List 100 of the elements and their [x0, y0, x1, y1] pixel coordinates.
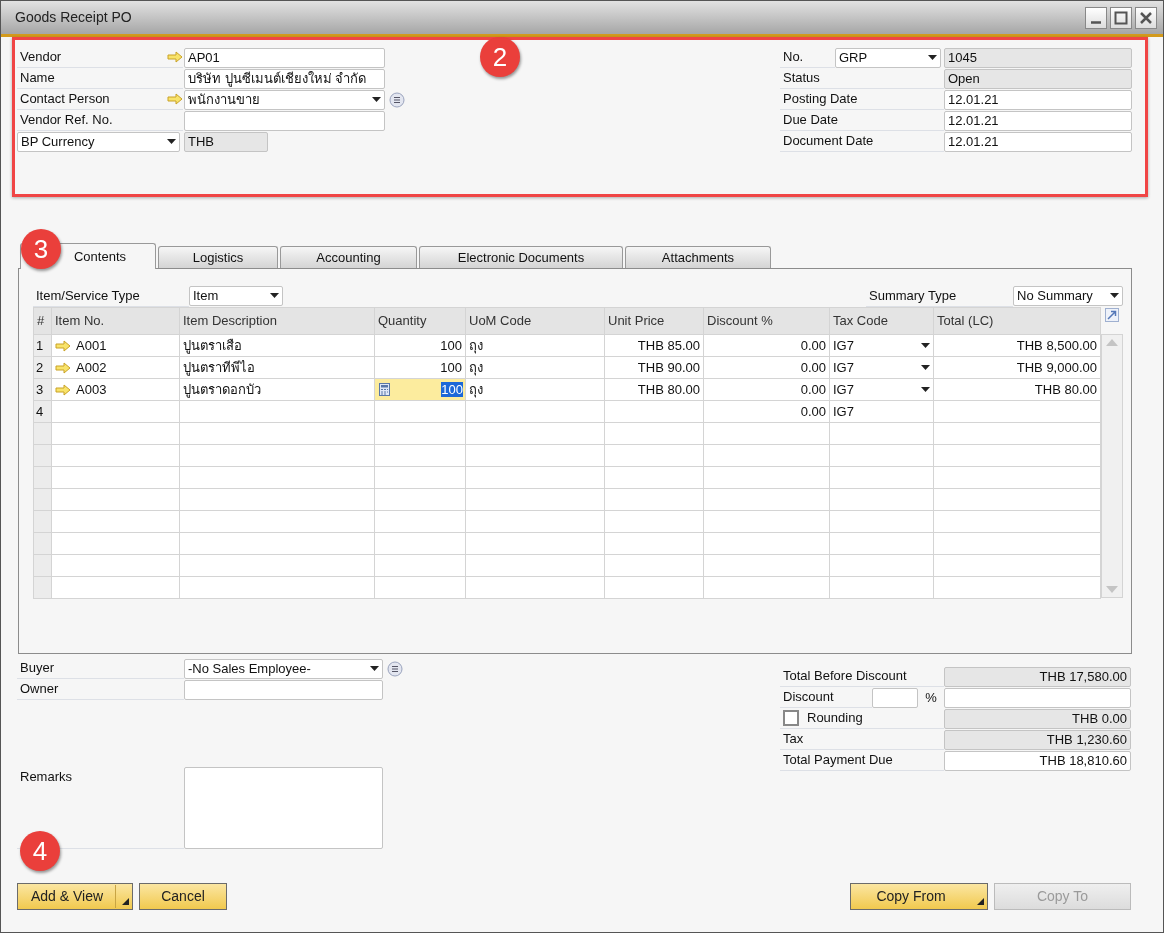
split-button[interactable]: Copy From [850, 883, 988, 910]
tab[interactable]: Electronic Documents [419, 246, 623, 268]
text-area[interactable] [184, 767, 383, 849]
field-label: Document Date [783, 132, 874, 151]
input-field[interactable] [184, 110, 385, 131]
table-cell: ถุง [465, 334, 605, 357]
tab[interactable]: Accounting [280, 246, 417, 268]
dropdown[interactable]: GRP [835, 47, 941, 68]
expand-icon[interactable] [1105, 308, 1119, 322]
table-cell: THB 80.00 [604, 378, 704, 401]
dropdown[interactable]: พนักงานขาย [184, 89, 385, 110]
minimize-button[interactable] [1085, 6, 1107, 29]
table-cell: 100 [374, 334, 466, 357]
column-header[interactable]: Unit Price [604, 307, 704, 335]
field-label: Total Payment Due [783, 751, 893, 770]
input-field[interactable]: 12.01.21 [944, 89, 1132, 110]
column-header[interactable]: # [33, 307, 52, 335]
column-header[interactable]: Tax Code [829, 307, 934, 335]
caret-icon [1110, 293, 1119, 298]
table-cell: ปูนตราทีพีไอ [179, 356, 375, 379]
column-header[interactable]: Discount % [703, 307, 830, 335]
caret-icon [370, 666, 379, 671]
table-cell: THB 9,000.00 [933, 356, 1101, 379]
dropdown[interactable]: No Summary [1013, 285, 1123, 306]
row-number: 3 [33, 378, 52, 401]
close-icon [1139, 10, 1153, 25]
list-icon[interactable] [389, 91, 405, 108]
column-header[interactable]: Item Description [179, 307, 375, 335]
tab[interactable]: Logistics [158, 246, 278, 268]
item-number: A001 [76, 336, 107, 355]
table-cell: ปูนตราเสือ [179, 334, 375, 357]
field-label: Tax [783, 730, 804, 749]
dropdown[interactable]: -No Sales Employee- [184, 658, 383, 679]
input-field[interactable] [184, 679, 383, 700]
table-cell: THB 90.00 [604, 356, 704, 379]
list-icon[interactable] [387, 660, 403, 677]
field-label: No. [783, 48, 804, 67]
table-cell: IG7 [829, 400, 934, 423]
table-cell: 0.00 [703, 356, 830, 379]
dropdown[interactable]: BP Currency [17, 131, 180, 152]
minimize-icon [1091, 21, 1101, 24]
input-field[interactable]: 12.01.21 [944, 110, 1132, 131]
calculator-icon[interactable] [379, 383, 390, 396]
field-label: Due Date [783, 111, 838, 130]
field-label: Discount [783, 688, 834, 707]
input-field[interactable]: 12.01.21 [944, 131, 1132, 152]
table-cell: 0.00 [703, 378, 830, 401]
field-label: Summary Type [869, 286, 957, 305]
button: Copy To [994, 883, 1131, 910]
scroll-up-icon[interactable] [1106, 339, 1118, 346]
scrollbar[interactable] [1101, 334, 1123, 598]
tab[interactable]: Attachments [625, 246, 771, 268]
arrow-icon[interactable] [55, 383, 71, 396]
arrow-icon[interactable] [55, 339, 71, 352]
column-header[interactable]: Total (LC) [933, 307, 1101, 335]
corner-arrow-icon[interactable] [977, 898, 984, 905]
input-field[interactable]: THB 18,810.60 [944, 750, 1131, 771]
caret-icon [921, 343, 930, 348]
caret-icon [167, 139, 176, 144]
item-number: A003 [76, 380, 107, 399]
button[interactable]: Cancel [139, 883, 227, 910]
arrow-icon[interactable] [167, 51, 183, 63]
table-cell: THB 80.00 [933, 378, 1101, 401]
checkbox[interactable] [783, 710, 799, 726]
scroll-down-icon[interactable] [1106, 586, 1118, 593]
table-cell: 100 [374, 356, 466, 379]
maximize-button[interactable] [1110, 6, 1132, 29]
split-button[interactable]: Add & View [17, 883, 133, 910]
corner-arrow-icon[interactable] [122, 898, 129, 905]
caret-icon [921, 365, 930, 370]
read-only-field: 1045 [944, 47, 1132, 68]
column-header[interactable]: UoM Code [465, 307, 605, 335]
quantity-input[interactable]: 100 [375, 379, 465, 400]
field-label: Vendor Ref. No. [20, 111, 113, 130]
input-field[interactable]: AP01 [184, 47, 385, 68]
arrow-icon[interactable] [167, 93, 183, 105]
table-cell: THB 85.00 [604, 334, 704, 357]
close-button[interactable] [1135, 6, 1157, 29]
dropdown[interactable]: Item [189, 285, 283, 306]
field-label: Total Before Discount [783, 667, 907, 686]
input-field[interactable] [944, 687, 1131, 708]
row-number: 1 [33, 334, 52, 357]
field-label: Contact Person [20, 90, 110, 109]
arrow-icon[interactable] [55, 361, 71, 374]
field-label: Buyer [20, 659, 54, 678]
field-label: Name [20, 69, 55, 88]
table-cell: ถุง [465, 378, 605, 401]
item-number: A002 [76, 358, 107, 377]
column-header[interactable]: Quantity [374, 307, 466, 335]
field-label: Item/Service Type [36, 286, 140, 305]
field-label: Rounding [807, 709, 863, 728]
read-only-field: THB [184, 131, 268, 152]
column-header[interactable]: Item No. [51, 307, 180, 335]
callout-marker: 2 [480, 37, 520, 77]
window-title: Goods Receipt PO [15, 8, 132, 27]
input-field[interactable] [872, 687, 918, 708]
input-field[interactable]: บริษัท ปูนซีเมนต์เชียงใหม่ จำกัด [184, 68, 385, 89]
field-label: Posting Date [783, 90, 858, 109]
read-only-field: THB 1,230.60 [944, 729, 1131, 750]
row-number: 2 [33, 356, 52, 379]
